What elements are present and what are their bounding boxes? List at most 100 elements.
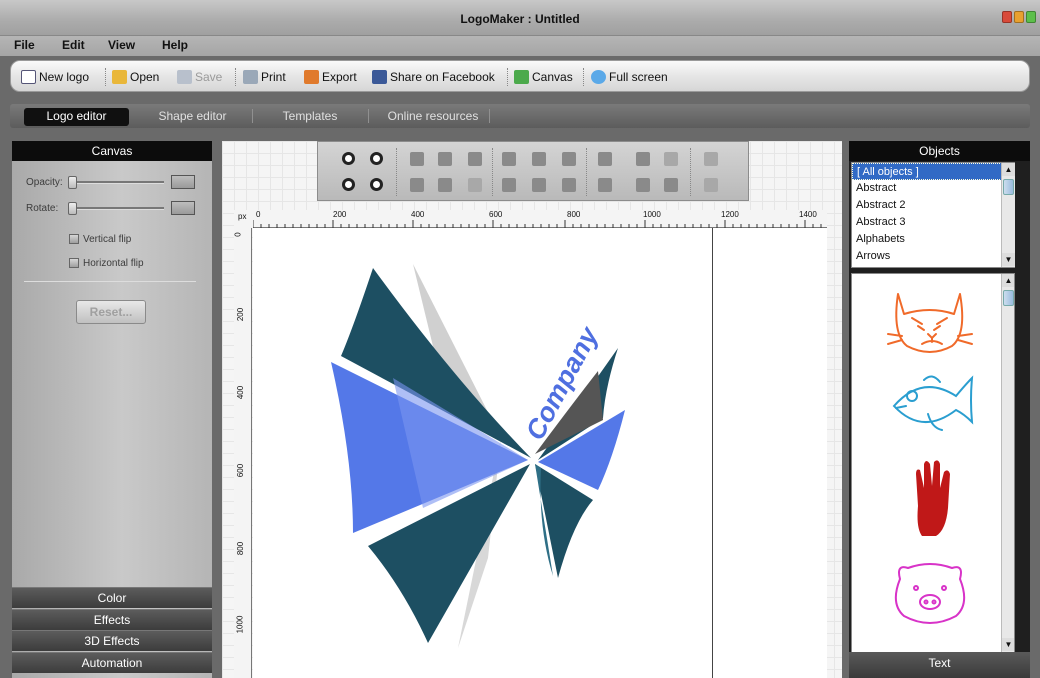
tab-logo-editor[interactable]: Logo editor xyxy=(24,108,129,126)
maximize-window-button[interactable] xyxy=(1026,11,1036,23)
rotate-slider[interactable] xyxy=(68,207,164,210)
ruler-v-tick: 400 xyxy=(236,385,246,400)
section-automation[interactable]: Automation xyxy=(12,652,212,673)
cut-icon[interactable] xyxy=(438,152,452,166)
menu-help[interactable]: Help xyxy=(162,38,188,52)
opacity-slider[interactable] xyxy=(68,181,164,184)
align-bottom-icon[interactable] xyxy=(532,178,546,192)
ruler-unit: px xyxy=(234,210,253,228)
fish-icon[interactable] xyxy=(892,375,974,431)
new-logo-button[interactable]: New logo xyxy=(21,69,89,85)
opacity-slider-thumb[interactable] xyxy=(68,176,77,189)
scroll-thumb[interactable] xyxy=(1003,179,1014,195)
reset-button[interactable]: Reset... xyxy=(76,300,146,324)
opacity-label: Opacity: xyxy=(26,177,63,188)
group-icon[interactable] xyxy=(664,152,678,166)
lock-icon[interactable] xyxy=(636,152,650,166)
category-scrollbar[interactable]: ▲ ▼ xyxy=(1001,163,1015,267)
horizontal-ruler: 0 200 400 600 800 1000 1200 1400 xyxy=(253,210,827,228)
shape-gallery-items xyxy=(887,293,974,624)
ungroup-icon[interactable] xyxy=(664,178,678,192)
canvas-panel-header[interactable]: Canvas xyxy=(12,141,212,161)
unlock-icon[interactable] xyxy=(636,178,650,192)
list-item[interactable]: Abstract 3 xyxy=(852,214,1014,231)
pig-face-icon[interactable] xyxy=(894,563,966,624)
align-center-icon[interactable] xyxy=(562,152,576,166)
gallery-scrollbar[interactable]: ▲ ▼ xyxy=(1001,274,1014,652)
logo-artwork[interactable]: Company xyxy=(253,228,712,678)
send-to-back-icon[interactable] xyxy=(598,178,612,192)
canvas-button[interactable]: Canvas xyxy=(514,69,573,85)
title-bar: LogoMaker : Untitled xyxy=(0,0,1040,36)
fullscreen-button[interactable]: Full screen xyxy=(591,69,668,85)
canvas-tools-toolbar xyxy=(317,141,749,201)
menu-file[interactable]: File xyxy=(14,38,35,52)
scroll-down-icon[interactable]: ▼ xyxy=(1002,253,1015,266)
list-item[interactable]: Abstract 2 xyxy=(852,197,1014,214)
rotate-value[interactable] xyxy=(171,201,195,215)
copy-icon[interactable] xyxy=(410,152,424,166)
export-button[interactable]: Export xyxy=(304,69,357,85)
undo-icon[interactable] xyxy=(468,152,482,166)
align-left-icon[interactable] xyxy=(502,152,516,166)
list-item[interactable]: Abstract xyxy=(852,180,1014,197)
scroll-thumb[interactable] xyxy=(1003,290,1014,306)
export-icon xyxy=(304,70,319,84)
hand-icon[interactable] xyxy=(916,460,950,536)
open-button[interactable]: Open xyxy=(112,69,159,85)
minimize-window-button[interactable] xyxy=(1014,11,1024,23)
align-top-icon[interactable] xyxy=(532,152,546,166)
align-middle-icon[interactable] xyxy=(562,178,576,192)
vertical-flip-label: Vertical flip xyxy=(83,234,132,245)
cat-face-icon[interactable] xyxy=(887,293,973,353)
rotate-slider-thumb[interactable] xyxy=(68,202,77,215)
fullscreen-arrows-icon xyxy=(591,70,606,84)
horizontal-flip-label: Horizontal flip xyxy=(83,258,144,269)
zoom-fit-icon[interactable] xyxy=(342,178,355,191)
scroll-down-icon[interactable]: ▼ xyxy=(1002,638,1014,651)
share-facebook-button[interactable]: Share on Facebook xyxy=(372,69,495,85)
ruler-v-tick: 800 xyxy=(236,541,246,556)
window-controls xyxy=(1002,11,1036,23)
align-right-icon[interactable] xyxy=(502,178,516,192)
list-item[interactable]: Alphabets xyxy=(852,231,1014,248)
save-button[interactable]: Save xyxy=(177,69,222,85)
deselect-icon[interactable] xyxy=(704,178,718,192)
tab-templates[interactable]: Templates xyxy=(265,108,355,126)
zoom-actual-icon[interactable] xyxy=(370,178,383,191)
list-item[interactable]: [ All objects ] xyxy=(852,163,1014,180)
scroll-up-icon[interactable]: ▲ xyxy=(1002,274,1014,287)
tab-online-resources[interactable]: Online resources xyxy=(377,108,489,126)
object-category-list[interactable]: [ All objects ] Abstract Abstract 2 Abst… xyxy=(851,162,1015,268)
vertical-flip-checkbox[interactable] xyxy=(69,234,79,244)
delete-icon[interactable] xyxy=(438,178,452,192)
select-all-icon[interactable] xyxy=(704,152,718,166)
scroll-up-icon[interactable]: ▲ xyxy=(1002,163,1015,176)
close-window-button[interactable] xyxy=(1002,11,1012,23)
ruler-h-ticks xyxy=(253,220,822,228)
menu-edit[interactable]: Edit xyxy=(62,38,85,52)
objects-panel-header[interactable]: Objects xyxy=(849,141,1030,161)
section-color[interactable]: Color xyxy=(12,587,212,608)
shape-gallery[interactable]: ▲ ▼ xyxy=(851,273,1015,653)
canvas-properties-panel: Canvas Opacity: Rotate: Vertical flip Ho… xyxy=(12,141,212,678)
printer-icon xyxy=(243,70,258,84)
zoom-in-icon[interactable] xyxy=(342,152,355,165)
bring-to-front-icon[interactable] xyxy=(598,152,612,166)
zoom-out-icon[interactable] xyxy=(370,152,383,165)
tab-shape-editor[interactable]: Shape editor xyxy=(145,108,240,126)
horizontal-flip-checkbox[interactable] xyxy=(69,258,79,268)
section-3d-effects[interactable]: 3D Effects xyxy=(12,630,212,651)
main-toolbar: New logo Open Save Print Export Share on… xyxy=(10,60,1030,92)
list-item[interactable]: Arrows xyxy=(852,248,1014,265)
section-effects[interactable]: Effects xyxy=(12,609,212,630)
paste-icon[interactable] xyxy=(410,178,424,192)
ruler-v-tick: 0 xyxy=(233,232,243,237)
text-panel-tab[interactable]: Text xyxy=(849,652,1030,678)
print-button[interactable]: Print xyxy=(243,69,286,85)
redo-icon[interactable] xyxy=(468,178,482,192)
opacity-value[interactable] xyxy=(171,175,195,189)
ruler-v-tick: 600 xyxy=(236,463,246,478)
canvas-icon xyxy=(514,70,529,84)
menu-view[interactable]: View xyxy=(108,38,135,52)
